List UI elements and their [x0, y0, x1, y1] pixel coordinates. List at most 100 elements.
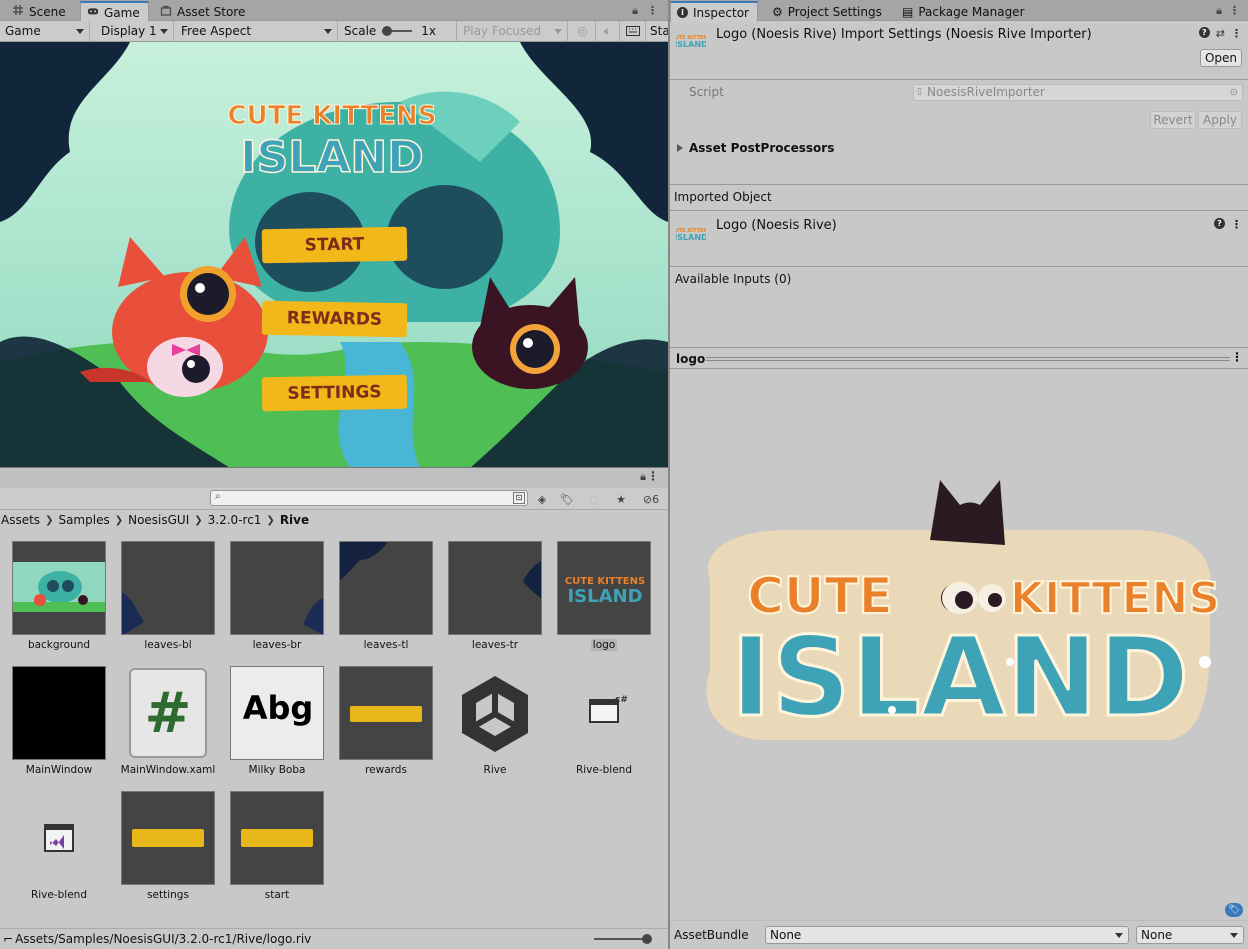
- chevron-down-icon: [160, 29, 168, 34]
- kebab-menu-icon[interactable]: ⋮: [647, 4, 658, 17]
- revert-button[interactable]: Revert: [1150, 111, 1196, 129]
- preview-logo-bottom: ISLAND: [731, 613, 1190, 741]
- game-logo-bottom: ISLAND: [240, 132, 424, 183]
- kebab-menu-icon[interactable]: ⋮: [1231, 27, 1242, 40]
- asset-item-milky-boba[interactable]: Abg Milky Boba: [223, 655, 331, 776]
- divider: [670, 266, 1248, 267]
- asset-item-leaves-br[interactable]: leaves-br: [223, 530, 331, 651]
- asset-item-leaves-tl[interactable]: leaves-tl: [332, 530, 440, 651]
- lock-icon[interactable]: 🔒︎: [1216, 4, 1222, 18]
- scale-control[interactable]: Scale 1x: [339, 21, 457, 41]
- keyboard-icon[interactable]: [620, 21, 646, 41]
- tab-project-settings[interactable]: ⚙︎ Project Settings: [766, 2, 890, 21]
- asset-item-leaves-bl[interactable]: leaves-bl: [114, 530, 222, 651]
- asset-item-mainwindow-xaml[interactable]: # MainWindow.xaml: [114, 655, 222, 776]
- breadcrumb-rive[interactable]: Rive: [280, 513, 309, 527]
- asset-item-rive[interactable]: Rive: [441, 655, 549, 776]
- chevron-down-icon: [554, 29, 562, 34]
- leaves-bl-thumbnail-image: [122, 592, 144, 634]
- frame-debugger-icon[interactable]: ◎: [570, 21, 596, 41]
- tab-game[interactable]: Game: [80, 1, 149, 22]
- tab-inspector[interactable]: i Inspector: [670, 1, 758, 22]
- aspect-label: Free Aspect: [181, 24, 252, 38]
- package-icon: ▤: [902, 4, 914, 19]
- svg-text:ISLAND: ISLAND: [567, 586, 642, 607]
- play-mode-dropdown[interactable]: Play Focused: [458, 21, 568, 41]
- kebab-menu-icon[interactable]: ⋮: [1231, 350, 1243, 364]
- svg-text:ISLAND: ISLAND: [676, 40, 706, 49]
- help-icon[interactable]: ?: [1198, 27, 1210, 38]
- right-tab-bar: i Inspector ⚙︎ Project Settings ▤ Packag…: [670, 0, 1248, 22]
- filter-by-type-icon[interactable]: ◈: [531, 490, 553, 508]
- kebab-menu-icon[interactable]: ⋮: [647, 469, 659, 483]
- breadcrumb-version[interactable]: 3.2.0-rc1: [208, 513, 262, 527]
- breadcrumb-assets[interactable]: Assets: [1, 513, 40, 527]
- scale-slider[interactable]: [382, 26, 413, 36]
- asset-postprocessors-label: Asset PostProcessors: [689, 141, 835, 155]
- lock-icon[interactable]: 🔒︎: [640, 470, 646, 484]
- kebab-menu-icon[interactable]: ⋮: [1229, 4, 1240, 17]
- rive-asset-icon: CUTE KITTENS ISLAND: [676, 35, 706, 49]
- stats-button[interactable]: Sta: [646, 21, 670, 41]
- start-button[interactable]: START: [261, 226, 408, 264]
- filter-by-log-icon[interactable]: ◌: [583, 490, 605, 508]
- asset-labels-icon[interactable]: 🏷︎: [1225, 903, 1243, 917]
- divider: [670, 347, 1248, 348]
- filter-by-label-icon[interactable]: 🏷︎: [556, 490, 578, 508]
- asset-item-rive-blend-vs[interactable]: Rive-blend: [5, 780, 113, 901]
- preset-sliders-icon[interactable]: ⇄: [1216, 27, 1225, 40]
- tab-scene[interactable]: Scene: [6, 2, 74, 21]
- help-icon[interactable]: ?: [1214, 218, 1225, 229]
- asset-thumbnail: [230, 791, 324, 885]
- asset-thumbnail: CUTE KITTENS ISLAND: [557, 541, 651, 635]
- asset-thumbnail: #: [121, 666, 215, 760]
- asset-thumbnail: [448, 541, 542, 635]
- tab-asset-store[interactable]: Asset Store: [154, 2, 253, 21]
- tab-game-label: Game: [104, 5, 140, 20]
- asset-item-leaves-tr[interactable]: leaves-tr: [441, 530, 549, 651]
- object-picker-icon[interactable]: ⊙: [1230, 85, 1238, 100]
- hidden-packages-button[interactable]: ⊘ 6: [637, 490, 665, 508]
- asset-item-rewards[interactable]: rewards: [332, 655, 440, 776]
- breadcrumb-noesisgui[interactable]: NoesisGUI: [128, 513, 189, 527]
- asset-bundle-dropdown[interactable]: None: [765, 926, 1129, 944]
- aspect-dropdown[interactable]: Free Aspect: [176, 21, 338, 41]
- thumbnail-size-slider-knob[interactable]: [642, 934, 652, 944]
- favorites-star-icon[interactable]: ★: [610, 490, 632, 508]
- search-input[interactable]: ⌕ ⊡: [210, 490, 528, 506]
- asset-item-start[interactable]: start: [223, 780, 331, 901]
- chevron-right-icon: ❯: [194, 514, 203, 526]
- leaves-tl-thumbnail-image: [340, 542, 388, 580]
- display-dropdown[interactable]: Display 1: [96, 21, 174, 41]
- gear-icon: ⚙︎: [772, 4, 783, 19]
- eye-slash-icon: ⊘: [642, 492, 653, 506]
- drag-handle[interactable]: [706, 357, 1230, 361]
- asset-item-mainwindow[interactable]: MainWindow: [5, 655, 113, 776]
- asset-label: leaves-bl: [144, 639, 192, 651]
- asset-item-background[interactable]: background: [5, 530, 113, 651]
- mute-audio-icon[interactable]: 🔈︎: [596, 21, 620, 41]
- right-pane: i Inspector ⚙︎ Project Settings ▤ Packag…: [670, 0, 1248, 949]
- asset-postprocessors-foldout[interactable]: Asset PostProcessors: [677, 141, 834, 155]
- preview-header[interactable]: logo ⋮: [670, 349, 1248, 369]
- rewards-button[interactable]: REWARDS: [261, 300, 408, 338]
- left-tab-bar: Scene Game Asset Store 🔒︎ ⋮: [0, 0, 668, 22]
- lock-icon[interactable]: 🔒︎: [632, 4, 638, 18]
- asset-item-logo[interactable]: CUTE KITTENS ISLAND logo: [550, 530, 658, 651]
- asset-item-settings[interactable]: settings: [114, 780, 222, 901]
- game-viewport[interactable]: CUTE KITTENS ISLAND START REWARDS SETTIN…: [0, 42, 668, 468]
- thumbnail-size-slider[interactable]: [594, 938, 648, 940]
- apply-button[interactable]: Apply: [1198, 111, 1242, 129]
- breadcrumb-samples[interactable]: Samples: [58, 513, 109, 527]
- search-by-type-icon[interactable]: ⊡: [513, 492, 525, 504]
- asset-item-rive-blend-cs[interactable]: c# Rive-blend: [550, 655, 658, 776]
- imported-object-name: Logo (Noesis Rive): [716, 218, 837, 233]
- xaml-file-icon: #: [129, 668, 207, 758]
- asset-bundle-variant-dropdown[interactable]: None: [1136, 926, 1244, 944]
- tab-package-manager[interactable]: ▤ Package Manager: [896, 2, 1033, 21]
- open-button[interactable]: Open: [1200, 49, 1242, 67]
- yellow-bar-image: [132, 829, 204, 847]
- view-mode-dropdown[interactable]: Game: [0, 21, 90, 41]
- kebab-menu-icon[interactable]: ⋮: [1231, 218, 1242, 231]
- settings-button[interactable]: SETTINGS: [261, 374, 408, 412]
